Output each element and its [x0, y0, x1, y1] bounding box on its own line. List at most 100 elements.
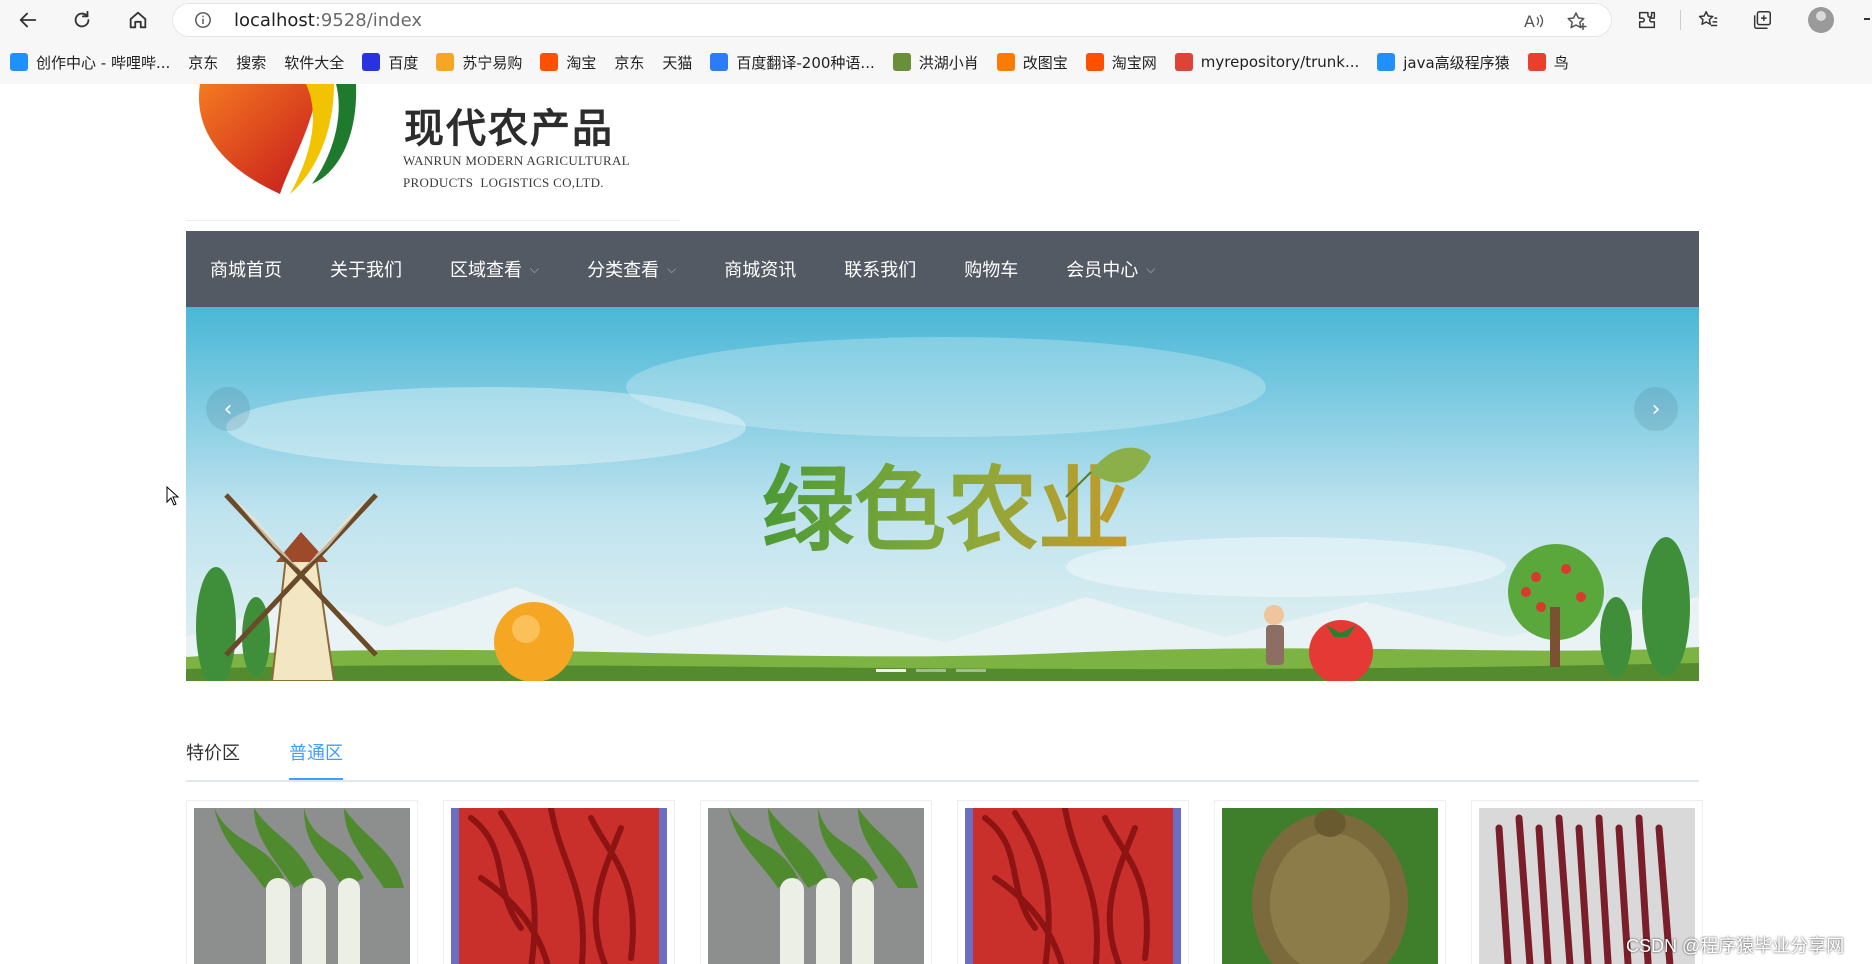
chevron-right-icon: ›: [1651, 396, 1661, 422]
bookmark-item[interactable]: 改图宝: [996, 47, 1068, 77]
banner-title: 绿色农业: [762, 456, 1130, 564]
bookmark-item[interactable]: 洪湖小肖: [892, 47, 979, 77]
bookmark-item[interactable]: 天猫: [3, 47, 693, 144]
bookmark-item[interactable]: myrepository/trunk...: [1174, 47, 1360, 77]
bookmark-label: 百度: [388, 53, 419, 72]
extensions-icon[interactable]: [1633, 6, 1661, 34]
bookmark-label: myrepository/trunk...: [1200, 53, 1360, 71]
csdn-watermark: CSDN @程序猿毕业分享网: [1626, 936, 1845, 956]
bookmark-label: 天猫: [662, 53, 693, 72]
favorites-icon[interactable]: [1694, 6, 1722, 34]
logo-divider: [186, 220, 680, 221]
bilibili-icon: [10, 53, 28, 71]
product-image-radish[interactable]: [194, 808, 410, 964]
nav-item-label: 会员中心: [1066, 260, 1139, 281]
tab-normal-zone[interactable]: 普通区: [289, 734, 343, 780]
product-card[interactable]: [957, 800, 1189, 964]
add-favorite-icon[interactable]: [1566, 11, 1588, 31]
main-navigation: 商城首页 关于我们 区域查看 ⌵ 分类查看 ⌵ 商城资讯 联系我们 购物车 会员中心 ⌵: [186, 231, 1699, 307]
nav-item-label: 购物车: [964, 260, 1019, 281]
nav-item-label: 关于我们: [330, 260, 402, 281]
nav-item[interactable]: 区域查看 ⌵: [426, 231, 563, 307]
carousel-indicator-active[interactable]: [876, 669, 906, 672]
product-card[interactable]: [700, 800, 932, 964]
bookmark-label: 改图宝: [1022, 53, 1068, 72]
nav-item[interactable]: 购物车: [940, 231, 1042, 307]
product-card[interactable]: [443, 800, 675, 964]
chrome-icon: [1174, 53, 1193, 71]
carousel-prev-button[interactable]: ‹: [206, 387, 250, 431]
bookmark-item[interactable]: 京东: [3, 47, 645, 144]
bookmark-label: 创作中心 - 哔哩哔...: [36, 53, 171, 72]
bookmark-item[interactable]: 搜索: [3, 47, 267, 144]
bookmark-label: 京东: [614, 53, 645, 72]
tab-special-offer[interactable]: 特价区: [186, 734, 240, 778]
bookmark-label: 搜索: [236, 53, 267, 72]
carousel-indicator[interactable]: [956, 669, 986, 672]
logo-english-line1: WANRUN MODERN AGRICULTURAL: [403, 153, 630, 168]
product-image-chili[interactable]: [965, 808, 1181, 964]
bookmark-item[interactable]: 淘宝: [540, 47, 596, 77]
nav-item[interactable]: 商城资讯: [700, 231, 820, 307]
mouse-cursor-icon: [166, 486, 180, 506]
more-menu-icon[interactable]: [1864, 18, 1870, 20]
logo-chinese-name: 现代农产品: [404, 105, 614, 152]
product-grid: [186, 800, 1703, 964]
product-card[interactable]: [1214, 800, 1446, 964]
nav-item-label: 商城首页: [210, 260, 282, 281]
product-image-chili[interactable]: [451, 808, 667, 964]
bookmark-label: 京东: [188, 53, 219, 72]
nav-item-label: 区域查看: [450, 260, 522, 281]
product-tabs: 特价区 普通区: [186, 734, 1699, 782]
product-image-turtle[interactable]: [1222, 808, 1438, 964]
home-icon[interactable]: [124, 6, 152, 34]
taobao-icon: [540, 53, 559, 71]
site-info-icon[interactable]: [194, 11, 212, 29]
chevron-down-icon: ⌵: [1146, 261, 1156, 276]
bookmark-item[interactable]: 百度翻译-200种语...: [710, 47, 875, 77]
nav-item[interactable]: 商城首页: [186, 231, 306, 307]
bookmark-label: java高级程序猿: [1403, 53, 1510, 72]
bilibili-icon: [1377, 53, 1396, 71]
product-card[interactable]: [186, 800, 418, 964]
carousel-next-button[interactable]: ›: [1634, 387, 1678, 431]
bookmark-item[interactable]: 创作中心 - 哔哩哔...: [10, 47, 170, 77]
reload-icon[interactable]: [68, 6, 96, 34]
baidu-paw-icon: [362, 53, 381, 71]
hero-banner: 绿色农业: [186, 307, 1699, 681]
bookmark-label: 淘宝: [566, 53, 597, 72]
chevron-down-icon: ⌵: [530, 261, 540, 276]
nav-item[interactable]: 分类查看 ⌵: [563, 231, 700, 307]
back-icon[interactable]: [14, 6, 42, 34]
bookmark-label: 鸟: [1553, 53, 1569, 72]
profile-avatar[interactable]: [1808, 7, 1834, 33]
bookmark-item[interactable]: 鸟: [1527, 47, 1569, 77]
carousel-indicator[interactable]: [916, 669, 946, 672]
bookmarks-bar: 创作中心 - 哔哩哔... 京东 搜索 软件大全 百度 苏宁易购 淘宝 京东 天猫 百度翻译-20…: [0, 42, 1872, 144]
bookmark-item[interactable]: 苏宁易购: [436, 47, 522, 77]
read-aloud-icon[interactable]: A: [1524, 11, 1546, 31]
web-page: 现代农产品 WANRUN MODERN AGRICULTURAL PRODUCT…: [0, 84, 1872, 964]
bookmark-label: 洪湖小肖: [918, 53, 979, 72]
nav-item[interactable]: 联系我们: [820, 231, 940, 307]
bookmark-item[interactable]: 京东: [3, 47, 219, 144]
baidu-translate-icon: [710, 53, 729, 71]
chevron-down-icon: ⌵: [667, 261, 677, 276]
toolbar-divider: [1680, 10, 1681, 30]
product-image-radish[interactable]: [708, 808, 924, 964]
nav-item-label: 分类查看: [587, 260, 660, 281]
nav-item[interactable]: 会员中心 ⌵: [1042, 231, 1179, 307]
svg-text:A: A: [1524, 12, 1535, 31]
collections-icon[interactable]: [1748, 6, 1776, 34]
bookmark-label: 苏宁易购: [462, 53, 523, 72]
nav-item[interactable]: 关于我们: [306, 231, 426, 307]
bookmark-item[interactable]: java高级程序猿: [1377, 47, 1510, 77]
bookmark-item[interactable]: 百度: [362, 47, 418, 77]
nav-item-label: 联系我们: [844, 260, 917, 281]
bookmark-item[interactable]: 软件大全: [3, 47, 344, 144]
address-bar[interactable]: localhost:9528/index A: [172, 3, 1612, 37]
suning-icon: [436, 53, 455, 71]
url-text: localhost:9528/index: [234, 10, 422, 31]
bookmark-item[interactable]: 淘宝网: [1085, 47, 1157, 77]
bookmark-label: 淘宝网: [1111, 53, 1157, 72]
